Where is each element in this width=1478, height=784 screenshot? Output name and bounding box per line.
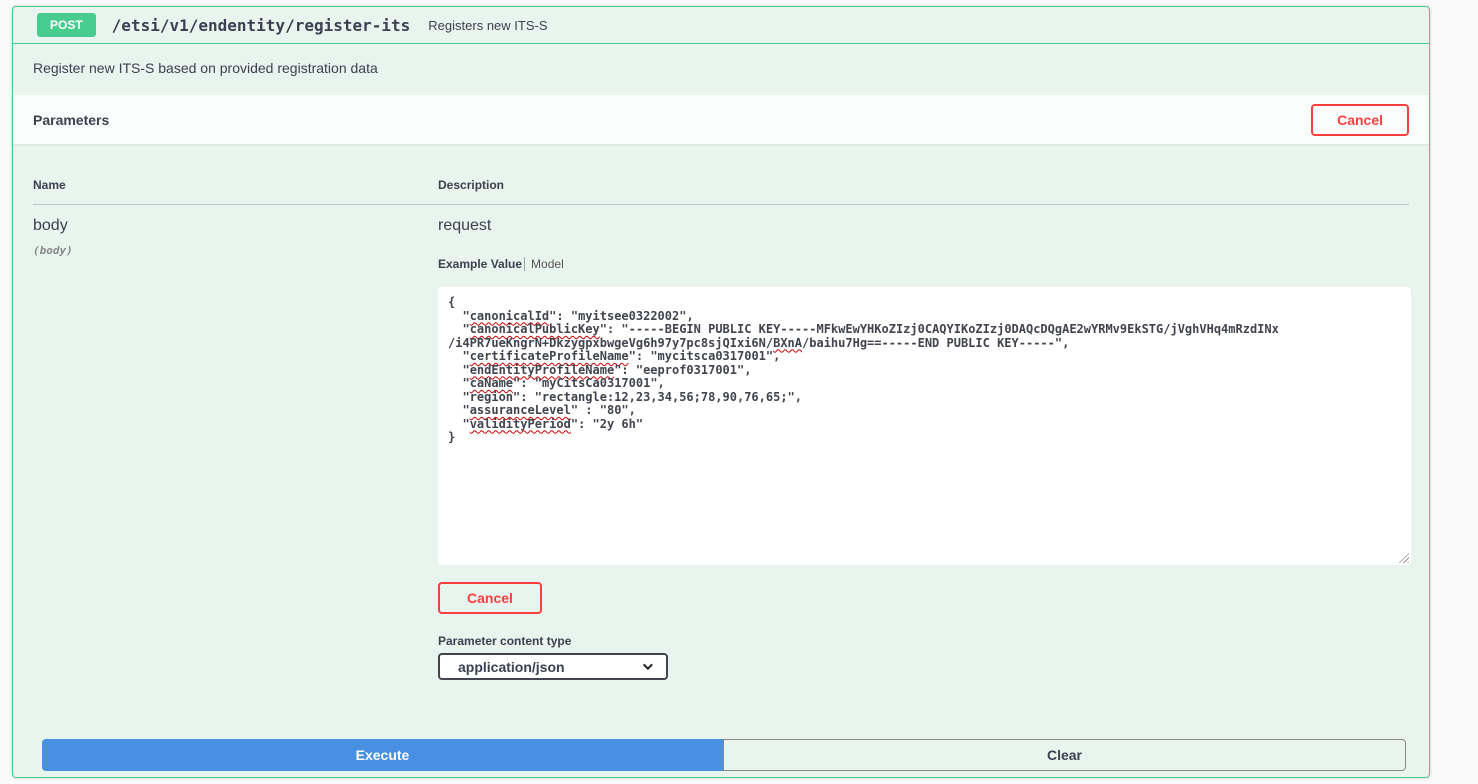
content-type-label: Parameter content type — [438, 634, 1409, 648]
column-header-name: Name — [33, 178, 438, 192]
chevron-down-icon — [643, 660, 653, 670]
endpoint-summary: Registers new ITS-S — [428, 18, 547, 33]
resize-handle-icon[interactable] — [1396, 550, 1409, 563]
operation-block-post: POST /etsi/v1/endentity/register-its Reg… — [12, 6, 1430, 778]
content-type-selected-value: application/json — [458, 659, 565, 675]
tab-example-value[interactable]: Example Value — [438, 257, 522, 271]
content-type-select[interactable]: application/json — [438, 653, 668, 680]
parameter-description: request — [438, 217, 1409, 235]
parameters-table: Name Description body (body) request Exa… — [13, 144, 1429, 680]
parameters-header-bar: Parameters Cancel — [13, 95, 1429, 144]
endpoint-description: Register new ITS-S based on provided reg… — [13, 44, 1429, 95]
execute-button[interactable]: Execute — [42, 739, 723, 771]
http-method-badge: POST — [37, 13, 96, 37]
execute-row: Execute Clear — [13, 739, 1429, 771]
parameter-location: (body) — [33, 244, 438, 257]
example-model-tabs: Example ValueModel — [438, 257, 1409, 271]
parameter-row-body: body (body) request Example ValueModel {… — [33, 205, 1409, 680]
tab-model[interactable]: Model — [524, 257, 564, 271]
parameter-name: body — [33, 217, 438, 235]
cancel-operation-button[interactable]: Cancel — [1311, 104, 1409, 136]
cancel-edit-button[interactable]: Cancel — [438, 582, 542, 614]
parameters-title: Parameters — [33, 112, 109, 128]
request-body-json[interactable]: { "canonicalId": "myitsee0322002", "cano… — [448, 296, 1401, 445]
parameters-table-header: Name Description — [33, 162, 1409, 205]
clear-button[interactable]: Clear — [723, 739, 1406, 771]
request-body-editor[interactable]: { "canonicalId": "myitsee0322002", "cano… — [438, 287, 1411, 565]
column-header-description: Description — [438, 178, 1409, 192]
endpoint-path: /etsi/v1/endentity/register-its — [112, 16, 411, 35]
operation-summary-bar[interactable]: POST /etsi/v1/endentity/register-its Reg… — [13, 7, 1429, 44]
